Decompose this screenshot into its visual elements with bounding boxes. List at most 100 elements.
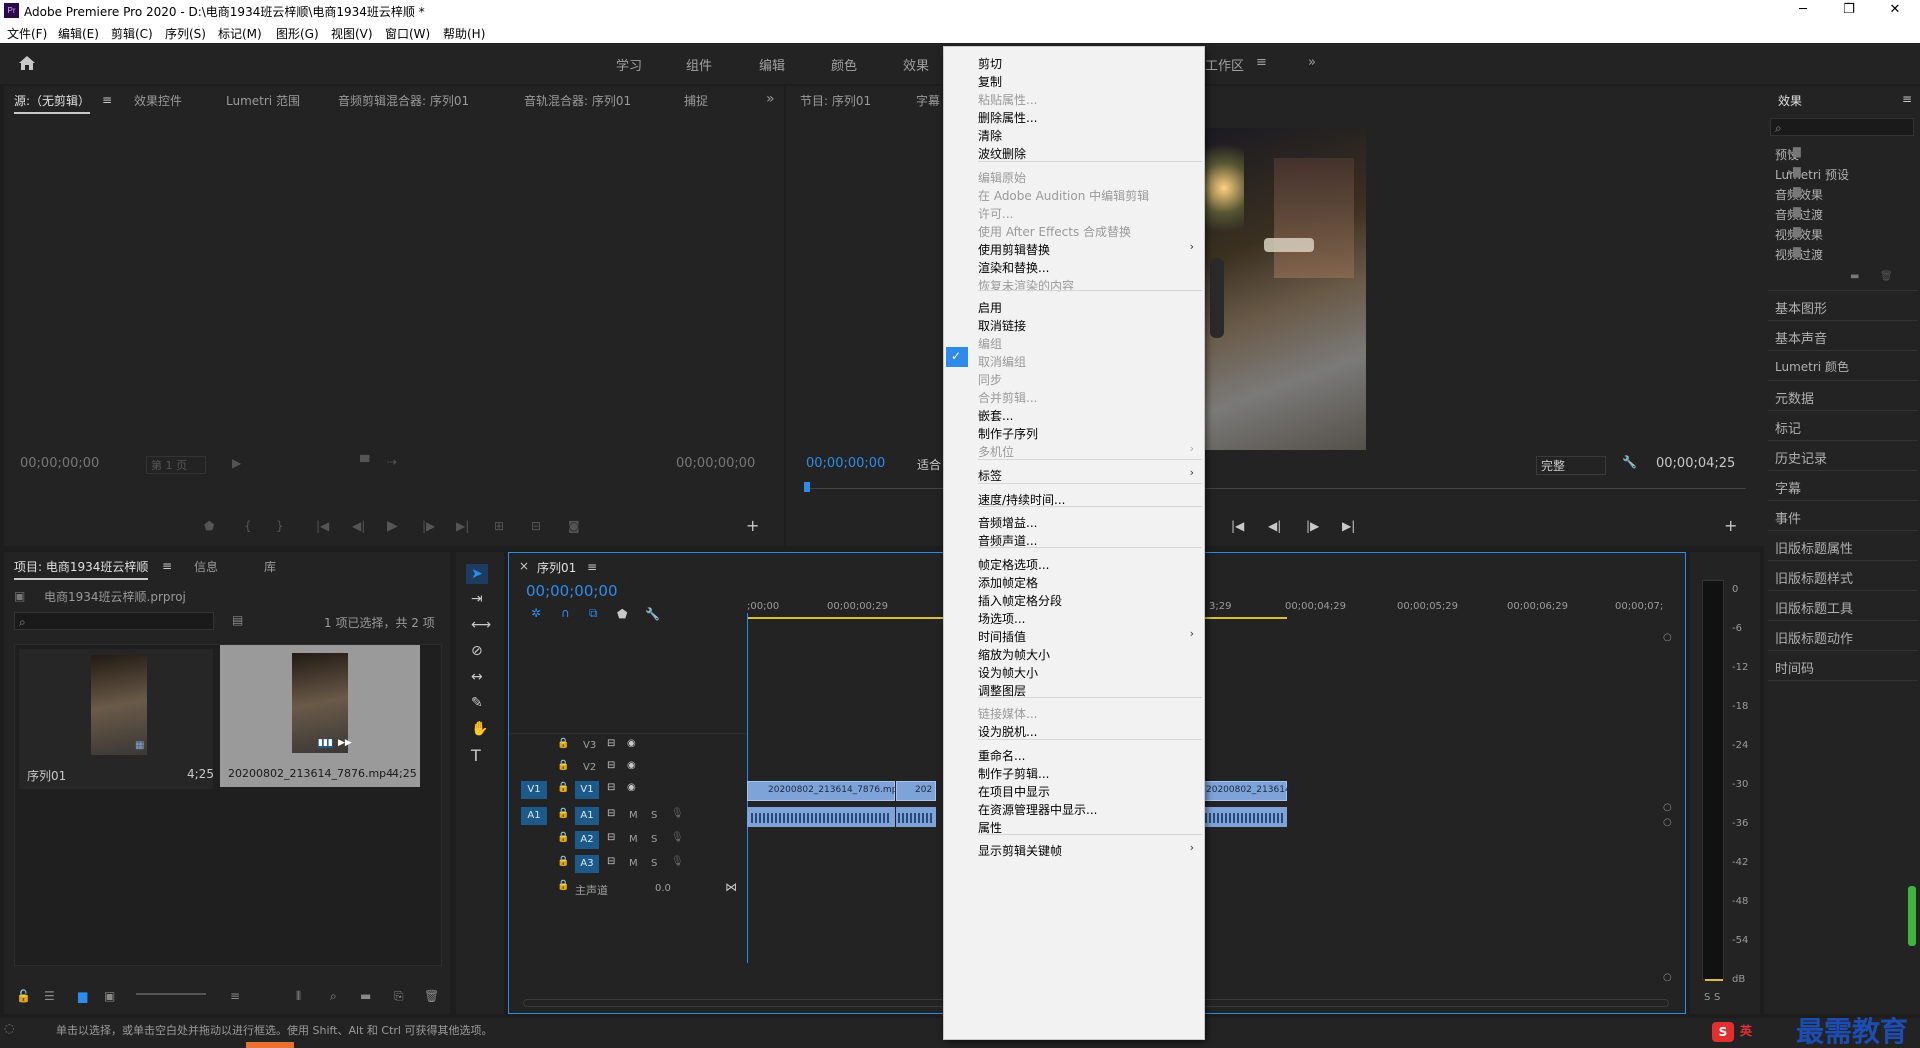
panel-captions[interactable]: 字幕 — [1775, 478, 1801, 497]
context-menu-item[interactable]: 使用剪辑替换 — [978, 241, 1050, 258]
a1-mute-button[interactable]: M — [629, 810, 638, 821]
automate-icon[interactable]: ⫴ — [296, 990, 301, 1002]
context-menu-item[interactable]: 音频增益... — [978, 514, 1037, 531]
v2-lock-icon[interactable]: 🔒 — [557, 761, 569, 771]
context-menu-item[interactable]: 渲染和替换... — [978, 259, 1049, 276]
timeline-settings-icon[interactable]: 🔧 — [645, 608, 660, 620]
play-icon[interactable]: ▶ — [387, 519, 398, 533]
project-item[interactable]: ▦ 序列01 4;25 — [19, 649, 214, 789]
freeform-view-icon[interactable]: ▣ — [104, 990, 115, 1002]
a2-solo-button[interactable]: S — [651, 834, 657, 845]
panel-metadata[interactable]: 元数据 — [1775, 388, 1814, 407]
scroll-handle-icon[interactable]: ○ — [1663, 803, 1672, 813]
a1-source-patch[interactable]: A1 — [521, 807, 547, 825]
menu-help[interactable]: 帮助(H) — [443, 25, 485, 42]
tab-effects[interactable]: 效果 — [1778, 92, 1802, 109]
menu-file[interactable]: 文件(F) — [7, 25, 47, 42]
context-menu-item[interactable]: 显示剪辑关键帧 — [978, 842, 1062, 859]
video-clip[interactable]: 20200802_213614_ — [1203, 781, 1295, 801]
context-menu-item[interactable]: 在项目中显示 — [978, 783, 1050, 800]
project-item-selected[interactable]: ▮▮▮ ▶▶ 20200802_213614_7876.mp4 4;25 — [220, 645, 420, 787]
linked-selection-icon[interactable]: ⧉ — [589, 607, 598, 619]
tab-effect-controls[interactable]: 效果控件 — [134, 92, 182, 109]
workspace-tab-editing[interactable]: 编辑 — [759, 55, 785, 74]
workspace-tab-learn[interactable]: 学习 — [616, 55, 642, 74]
menu-graphics[interactable]: 图形(G) — [276, 25, 319, 42]
tab-program[interactable]: 节目: 序列01 — [800, 92, 871, 109]
mark-in-icon[interactable]: { — [244, 520, 252, 532]
timeline-menu-icon[interactable]: ≡ — [587, 560, 597, 574]
hand-tool-icon[interactable]: ✋ — [471, 722, 488, 736]
panel-essential-sound[interactable]: 基本声音 — [1775, 328, 1827, 347]
icon-view-icon[interactable]: ▆ — [78, 990, 87, 1002]
audio-clip[interactable] — [747, 807, 895, 827]
track-label-v1[interactable]: V1 — [575, 781, 599, 799]
context-menu-item[interactable]: 制作子剪辑... — [978, 765, 1049, 782]
a1-voiceover-icon[interactable]: 🎙 — [671, 809, 684, 819]
v2-eye-icon[interactable]: ◉ — [627, 761, 636, 771]
overwrite-icon[interactable]: ⊟ — [531, 520, 541, 532]
context-menu-item[interactable]: 剪切 — [978, 55, 1002, 72]
a2-lock-icon[interactable]: 🔒 — [557, 833, 569, 843]
pen-tool-icon[interactable]: ✎ — [471, 696, 483, 710]
program-timecode-current[interactable]: 00;00;00;00 — [806, 456, 885, 471]
panel-lumetri-color[interactable]: Lumetri 颜色 — [1775, 358, 1849, 375]
menu-sequence[interactable]: 序列(S) — [165, 25, 206, 42]
tab-audio-track-mixer[interactable]: 音轨混合器: 序列01 — [524, 92, 631, 109]
marker-icon[interactable]: ⬟ — [204, 520, 214, 532]
menu-window[interactable]: 窗口(W) — [385, 25, 430, 42]
sort-icon[interactable]: ≡ — [230, 990, 240, 1002]
effects-search-input[interactable]: ⌕ — [1770, 118, 1914, 136]
panel-legacy-title-tools[interactable]: 旧版标题工具 — [1775, 598, 1853, 617]
new-item-icon[interactable]: ⎘ — [394, 990, 404, 1002]
context-menu-item[interactable]: 取消链接 — [978, 317, 1026, 334]
step-forward-icon[interactable]: |▶ — [422, 520, 435, 532]
context-menu-item[interactable]: 复制 — [978, 73, 1002, 90]
video-clip[interactable]: 20200802_213614_7876.mp — [747, 781, 897, 801]
master-end-icon[interactable]: ⋈ — [725, 881, 737, 893]
context-menu-item[interactable]: 设为帧大小 — [978, 664, 1038, 681]
tab-project[interactable]: 项目: 电商1934班云梓顺 — [14, 558, 149, 580]
panel-timecode[interactable]: 时间码 — [1775, 658, 1814, 677]
tree-item-lumetri-presets[interactable]: Lumetri 预设 — [1775, 166, 1849, 183]
ripple-edit-tool-icon[interactable]: ⟷ — [471, 618, 491, 632]
a2-voiceover-icon[interactable]: 🎙 — [671, 833, 684, 843]
context-menu-item[interactable]: 嵌套... — [978, 407, 1013, 424]
a1-sync-icon[interactable]: ⊟ — [607, 809, 615, 819]
panel-legacy-title-properties[interactable]: 旧版标题属性 — [1775, 538, 1853, 557]
meter-solo-right[interactable]: S — [1714, 992, 1720, 1003]
menu-markers[interactable]: 标记(M) — [218, 25, 262, 42]
panel-legacy-title-styles[interactable]: 旧版标题样式 — [1775, 568, 1853, 587]
tab-lumetri-scopes[interactable]: Lumetri 范围 — [226, 92, 300, 109]
program-go-to-in-icon[interactable]: |◀ — [1231, 520, 1244, 532]
track-select-tool-icon[interactable]: ⇥ — [471, 592, 483, 606]
ime-mode[interactable]: 英 — [1740, 1022, 1752, 1039]
workspace-tab-effects[interactable]: 效果 — [903, 55, 929, 74]
panel-more-icon[interactable]: » — [766, 91, 775, 107]
panel-legacy-title-actions[interactable]: 旧版标题动作 — [1775, 628, 1853, 647]
v3-lock-icon[interactable]: 🔒 — [557, 739, 569, 749]
safe-margins-icon[interactable]: ▀ — [360, 455, 369, 469]
program-playhead[interactable] — [804, 482, 810, 492]
meter-solo-left[interactable]: S — [1704, 992, 1710, 1003]
razor-tool-icon[interactable]: ⊘ — [471, 644, 483, 658]
tab-info[interactable]: 信息 — [194, 558, 218, 575]
insert-icon[interactable]: ⊞ — [494, 520, 504, 532]
tab-captions[interactable]: 字幕 — [916, 92, 940, 109]
tab-source[interactable]: 源:（无剪辑） — [14, 92, 91, 114]
context-menu-item[interactable]: 制作子序列 — [978, 425, 1038, 442]
delete-icon[interactable]: 🗑 — [1880, 272, 1893, 282]
track-label-a3[interactable]: A3 — [575, 855, 599, 873]
scroll-handle-icon[interactable]: ○ — [1663, 633, 1672, 643]
panel-essential-graphics[interactable]: 基本图形 — [1775, 298, 1827, 317]
menu-view[interactable]: 视图(V) — [331, 25, 373, 42]
a1-solo-button[interactable]: S — [651, 810, 657, 821]
context-menu-item[interactable]: 清除 — [978, 127, 1002, 144]
tab-audio-clip-mixer[interactable]: 音频剪辑混合器: 序列01 — [338, 92, 469, 109]
program-add-button-icon[interactable]: + — [1724, 518, 1737, 534]
panel-history[interactable]: 历史记录 — [1775, 448, 1827, 467]
program-go-to-out-icon[interactable]: ▶| — [1342, 520, 1355, 532]
a3-solo-button[interactable]: S — [651, 858, 657, 869]
find-icon[interactable]: ⌕ — [330, 990, 337, 1002]
workspace-tab-color[interactable]: 颜色 — [831, 55, 857, 74]
